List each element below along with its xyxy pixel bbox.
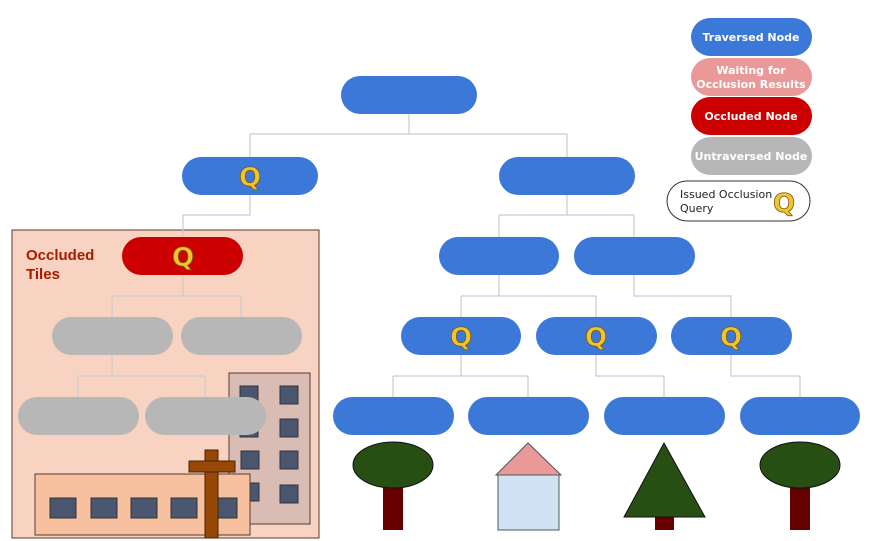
- tree-node-traversed: [604, 397, 725, 435]
- legend-query-label-2: Query: [680, 202, 714, 215]
- occlusion-tree-diagram: Occluded Tiles Q Q Q Q Q Traversed Node …: [11, 18, 860, 539]
- tree-node-untraversed: [52, 317, 173, 355]
- tree-node-untraversed: [18, 397, 139, 435]
- tree-node-untraversed: [181, 317, 302, 355]
- legend-untraversed-label: Untraversed Node: [695, 150, 808, 163]
- query-icon: Q: [585, 323, 607, 353]
- legend-waiting-label-1: Waiting for: [716, 64, 786, 77]
- query-icon: Q: [720, 323, 742, 353]
- legend-occluded-label: Occluded Node: [704, 110, 797, 123]
- tree-node-traversed: [499, 157, 635, 195]
- tree-node-traversed: [439, 237, 559, 275]
- round-tree: [352, 441, 434, 530]
- tree-node-untraversed: [145, 397, 266, 435]
- occluded-tiles-label-2: Tiles: [26, 266, 60, 283]
- query-icon: Q: [172, 243, 194, 273]
- query-icon: Q: [450, 323, 472, 353]
- round-tree: [759, 441, 841, 530]
- tree-node-traversed: [574, 237, 695, 275]
- legend-query-label-1: Issued Occlusion: [680, 188, 772, 201]
- query-icon: Q: [239, 163, 261, 193]
- house: [494, 442, 563, 531]
- query-icon: Q: [773, 189, 795, 219]
- occluded-tiles-label-1: Occluded: [26, 247, 94, 264]
- tree-node-traversed: [740, 397, 860, 435]
- tree-node-traversed: [333, 397, 454, 435]
- legend-traversed-label: Traversed Node: [702, 31, 799, 44]
- tree-node-traversed: [468, 397, 589, 435]
- legend: Traversed Node Waiting for Occlusion Res…: [666, 18, 812, 222]
- legend-waiting-label-2: Occlusion Results: [696, 78, 806, 91]
- pine-tree: [623, 441, 706, 530]
- tree-node-root: [341, 76, 477, 114]
